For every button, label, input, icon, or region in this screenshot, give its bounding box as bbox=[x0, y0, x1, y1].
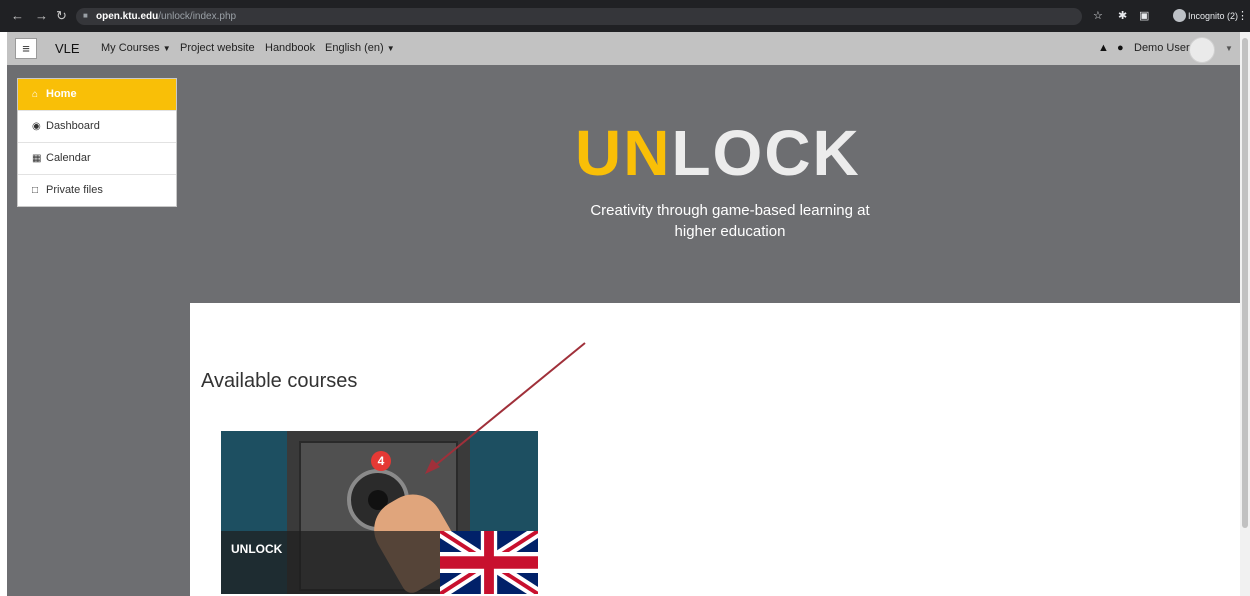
dashboard-icon: ◉ bbox=[32, 121, 41, 132]
star-icon[interactable]: ☆ bbox=[1093, 0, 1103, 32]
url-text: open.ktu.edu/unlock/index.php bbox=[96, 11, 237, 22]
nav-language[interactable]: English (en) ▼ bbox=[325, 32, 395, 65]
sidebar-item-dashboard[interactable]: ◉ Dashboard bbox=[18, 111, 176, 143]
uk-flag-icon bbox=[440, 531, 538, 594]
address-bar[interactable]: ■ open.ktu.edu/unlock/index.php bbox=[76, 8, 1082, 25]
sidebar-nav: ⌂ Home ◉ Dashboard ▦ Calendar □ Private file… bbox=[17, 78, 177, 207]
hero-banner: UNLOCK Creativity through game-based lea… bbox=[190, 65, 1240, 303]
page-scrollbar[interactable] bbox=[1240, 32, 1250, 596]
incognito-icon[interactable] bbox=[1173, 9, 1186, 22]
sidepanel-icon[interactable]: ▣ bbox=[1139, 0, 1149, 32]
available-courses-heading: Available courses bbox=[201, 370, 358, 392]
reload-icon[interactable]: ↻ bbox=[56, 0, 67, 32]
back-icon[interactable]: ← bbox=[11, 0, 24, 32]
unlock-logo: UNLOCK bbox=[575, 117, 861, 189]
sidebar-item-calendar[interactable]: ▦ Calendar bbox=[18, 143, 176, 175]
hamburger-menu-icon[interactable]: ≡ bbox=[15, 38, 37, 59]
browser-toolbar: ← → ↻ ■ open.ktu.edu/unlock/index.php ☆ … bbox=[0, 0, 1250, 32]
nav-project-website[interactable]: Project website bbox=[180, 32, 255, 65]
nav-handbook[interactable]: Handbook bbox=[265, 32, 315, 65]
site-navbar: ≡ VLE My Courses ▼ Project website Handb… bbox=[7, 32, 1240, 65]
user-menu[interactable]: Demo User bbox=[1134, 32, 1190, 65]
scrollbar-thumb[interactable] bbox=[1242, 38, 1248, 528]
step-badge: 4 bbox=[371, 451, 391, 471]
sidebar-item-home[interactable]: ⌂ Home bbox=[18, 79, 176, 111]
avatar[interactable] bbox=[1189, 37, 1215, 63]
hero-tagline: Creativity through game-based learning a… bbox=[590, 202, 870, 240]
lock-icon: ■ bbox=[83, 11, 88, 20]
course-card-unlock[interactable]: UNLOCK 4 bbox=[221, 431, 538, 594]
site-brand[interactable]: VLE bbox=[55, 32, 80, 65]
incognito-label[interactable]: Incognito (2) bbox=[1188, 0, 1238, 32]
messages-icon[interactable]: ● bbox=[1117, 32, 1124, 65]
sidebar-item-private-files[interactable]: □ Private files bbox=[18, 175, 176, 206]
home-icon: ⌂ bbox=[32, 89, 39, 100]
chevron-down-icon[interactable]: ▼ bbox=[1225, 32, 1233, 65]
file-icon: □ bbox=[32, 185, 39, 196]
chevron-down-icon: ▼ bbox=[386, 44, 395, 53]
forward-icon[interactable]: → bbox=[35, 0, 48, 32]
notification-bell-icon[interactable]: ▲ bbox=[1098, 32, 1109, 65]
chevron-down-icon: ▼ bbox=[162, 44, 171, 53]
extensions-icon[interactable]: ✱ bbox=[1118, 0, 1127, 32]
nav-my-courses[interactable]: My Courses ▼ bbox=[101, 32, 171, 65]
course-title[interactable]: UNLOCK bbox=[231, 542, 282, 556]
menu-dots-icon[interactable]: ⋮ bbox=[1237, 0, 1248, 32]
calendar-icon: ▦ bbox=[32, 153, 42, 164]
